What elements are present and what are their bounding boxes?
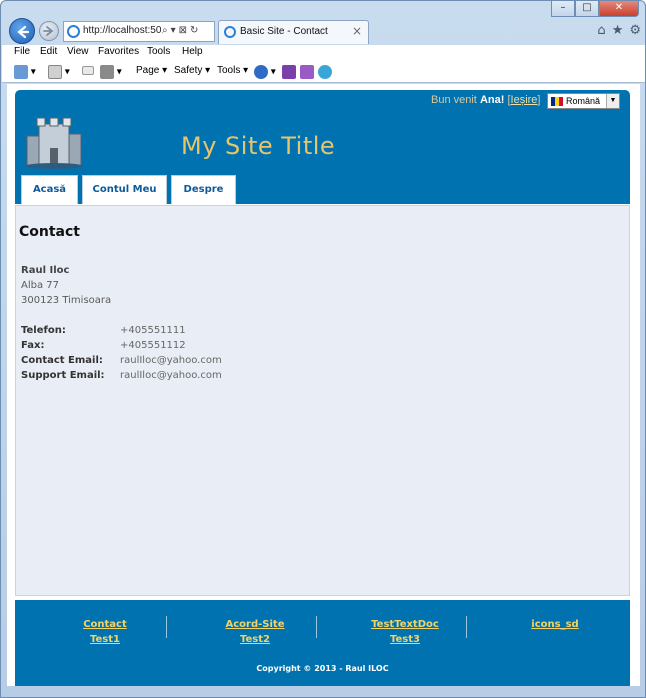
welcome-text: Bun venit xyxy=(431,94,477,106)
site-title: My Site Title xyxy=(181,132,336,160)
contact-email-label: Contact Email: xyxy=(21,355,103,366)
nav-acasa[interactable]: Acasă xyxy=(21,175,78,204)
forward-arrow-icon xyxy=(43,26,54,36)
browser-window: http://localhost:50 ⌕▾⊠↻ Basic Site - Co… xyxy=(0,0,646,698)
command-bar: ▾ ▾ ▾ Page ▾ Safety ▾ Tools ▾ ▾ xyxy=(2,61,645,83)
site-header: Bun venit Ana! [Ieșire] Română ▼ My Site… xyxy=(15,90,630,204)
nav-contul-meu[interactable]: Contul Meu xyxy=(82,175,167,204)
copyright-text: Copyright © 2013 - Raul ILOC xyxy=(256,664,389,673)
tab-basic-site-contact[interactable]: Basic Site - Contact × xyxy=(218,20,369,44)
tab-title: Basic Site - Contact xyxy=(240,26,328,37)
footer-link-acord-site[interactable]: Acord-Site xyxy=(215,617,295,632)
onenote-linked-icon[interactable] xyxy=(300,65,314,79)
tab-close-icon[interactable]: × xyxy=(352,24,362,38)
fax-value: +405551112 xyxy=(120,340,186,351)
support-email-value: raulIloc@yahoo.com xyxy=(120,370,222,381)
romania-flag-icon xyxy=(551,97,563,106)
footer-link-contact[interactable]: Contact xyxy=(75,617,135,632)
browser-right-icons: ⌂ ★ ⚙ xyxy=(597,23,641,38)
page-menu[interactable]: Page ▾ xyxy=(136,65,167,76)
minimize-button[interactable]: – xyxy=(551,1,575,17)
menu-favorites[interactable]: Favorites xyxy=(98,46,139,57)
footer-col-2: Acord-Site Test2 xyxy=(215,617,295,647)
footer-link-test1[interactable]: Test1 xyxy=(75,632,135,647)
menu-file[interactable]: File xyxy=(14,46,30,57)
footer-col-3: TestTextDoc Test3 xyxy=(360,617,450,647)
menu-view[interactable]: View xyxy=(67,46,89,57)
nav-despre[interactable]: Despre xyxy=(171,175,236,204)
login-status: Bun venit Ana! [Ieșire] xyxy=(431,94,540,106)
ie-page-icon xyxy=(67,25,80,38)
contact-details: Telefon: +405551111 Fax: +405551112 Cont… xyxy=(21,323,321,383)
footer-divider xyxy=(316,616,317,638)
phone-label: Telefon: xyxy=(21,325,66,336)
footer-link-testtextdoc[interactable]: TestTextDoc xyxy=(360,617,450,632)
chevron-down-icon[interactable]: ▼ xyxy=(606,94,619,108)
logout-link[interactable]: Ieșire xyxy=(511,94,538,106)
contact-row-contact-email: Contact Email: raulIloc@yahoo.com xyxy=(21,353,321,368)
safety-menu[interactable]: Safety ▾ xyxy=(174,65,210,76)
main-content: Contact Raul Iloc Alba 77 300123 Timisoa… xyxy=(15,205,630,596)
back-arrow-icon xyxy=(17,25,30,39)
language-select[interactable]: Română ▼ xyxy=(547,93,620,109)
contact-street: Alba 77 xyxy=(21,280,59,291)
home-icon[interactable]: ⌂ xyxy=(597,23,605,38)
ie-tab-icon xyxy=(224,26,236,38)
onenote-icon[interactable] xyxy=(282,65,296,79)
menu-edit[interactable]: Edit xyxy=(40,46,57,57)
menu-bar: File Edit View Favorites Tools Help xyxy=(2,45,645,61)
footer-divider xyxy=(166,616,167,638)
window-controls: – □ ✕ xyxy=(551,1,639,17)
print-icon[interactable]: ▾ xyxy=(100,65,122,79)
feeds-icon[interactable]: ▾ xyxy=(48,65,70,79)
tools-menu[interactable]: Tools ▾ xyxy=(217,65,248,76)
skype-icon[interactable] xyxy=(318,65,332,79)
menu-help[interactable]: Help xyxy=(182,46,203,57)
back-button[interactable] xyxy=(9,18,35,44)
support-email-label: Support Email: xyxy=(21,370,105,381)
contact-row-phone: Telefon: +405551111 xyxy=(21,323,321,338)
footer-col-1: Contact Test1 xyxy=(75,617,135,647)
footer-divider xyxy=(466,616,467,638)
site-footer: Contact Test1 Acord-Site Test2 TestTextD… xyxy=(15,600,630,686)
settings-gear-icon[interactable]: ⚙ xyxy=(629,23,641,38)
castle-logo xyxy=(23,114,85,170)
help-icon[interactable]: ▾ xyxy=(254,65,276,79)
search-refresh-icons[interactable]: ⌕▾⊠↻ xyxy=(162,25,201,36)
browser-titlebar: http://localhost:50 ⌕▾⊠↻ Basic Site - Co… xyxy=(1,1,646,45)
address-url[interactable]: http://localhost:50 xyxy=(83,25,161,36)
maximize-button[interactable]: □ xyxy=(575,1,599,17)
mail-icon[interactable] xyxy=(82,65,94,76)
contact-row-fax: Fax: +405551112 xyxy=(21,338,321,353)
home-page-icon[interactable]: ▾ xyxy=(14,65,36,79)
forward-button[interactable] xyxy=(39,21,59,41)
fax-label: Fax: xyxy=(21,340,45,351)
user-name: Ana! xyxy=(479,94,505,106)
address-block: Raul Iloc Alba 77 300123 Timisoara xyxy=(21,263,111,308)
address-bar[interactable]: http://localhost:50 ⌕▾⊠↻ xyxy=(63,21,215,42)
page-viewport: Bun venit Ana! [Ieșire] Română ▼ My Site… xyxy=(7,84,640,686)
footer-link-test3[interactable]: Test3 xyxy=(360,632,450,647)
favorites-star-icon[interactable]: ★ xyxy=(612,23,624,38)
logout-bracket-close: ] xyxy=(537,94,541,106)
footer-link-icons-sd[interactable]: icons_sd xyxy=(520,617,590,632)
footer-col-4: icons_sd xyxy=(520,617,590,632)
phone-value: +405551111 xyxy=(120,325,186,336)
contact-name: Raul Iloc xyxy=(21,265,70,276)
menu-tools[interactable]: Tools xyxy=(147,46,170,57)
footer-link-test2[interactable]: Test2 xyxy=(215,632,295,647)
close-button[interactable]: ✕ xyxy=(599,1,639,17)
page-title: Contact xyxy=(19,224,80,240)
language-value: Română xyxy=(566,96,601,106)
contact-email-value: raulIloc@yahoo.com xyxy=(120,355,222,366)
contact-row-support-email: Support Email: raulIloc@yahoo.com xyxy=(21,368,321,383)
contact-city: 300123 Timisoara xyxy=(21,295,112,306)
